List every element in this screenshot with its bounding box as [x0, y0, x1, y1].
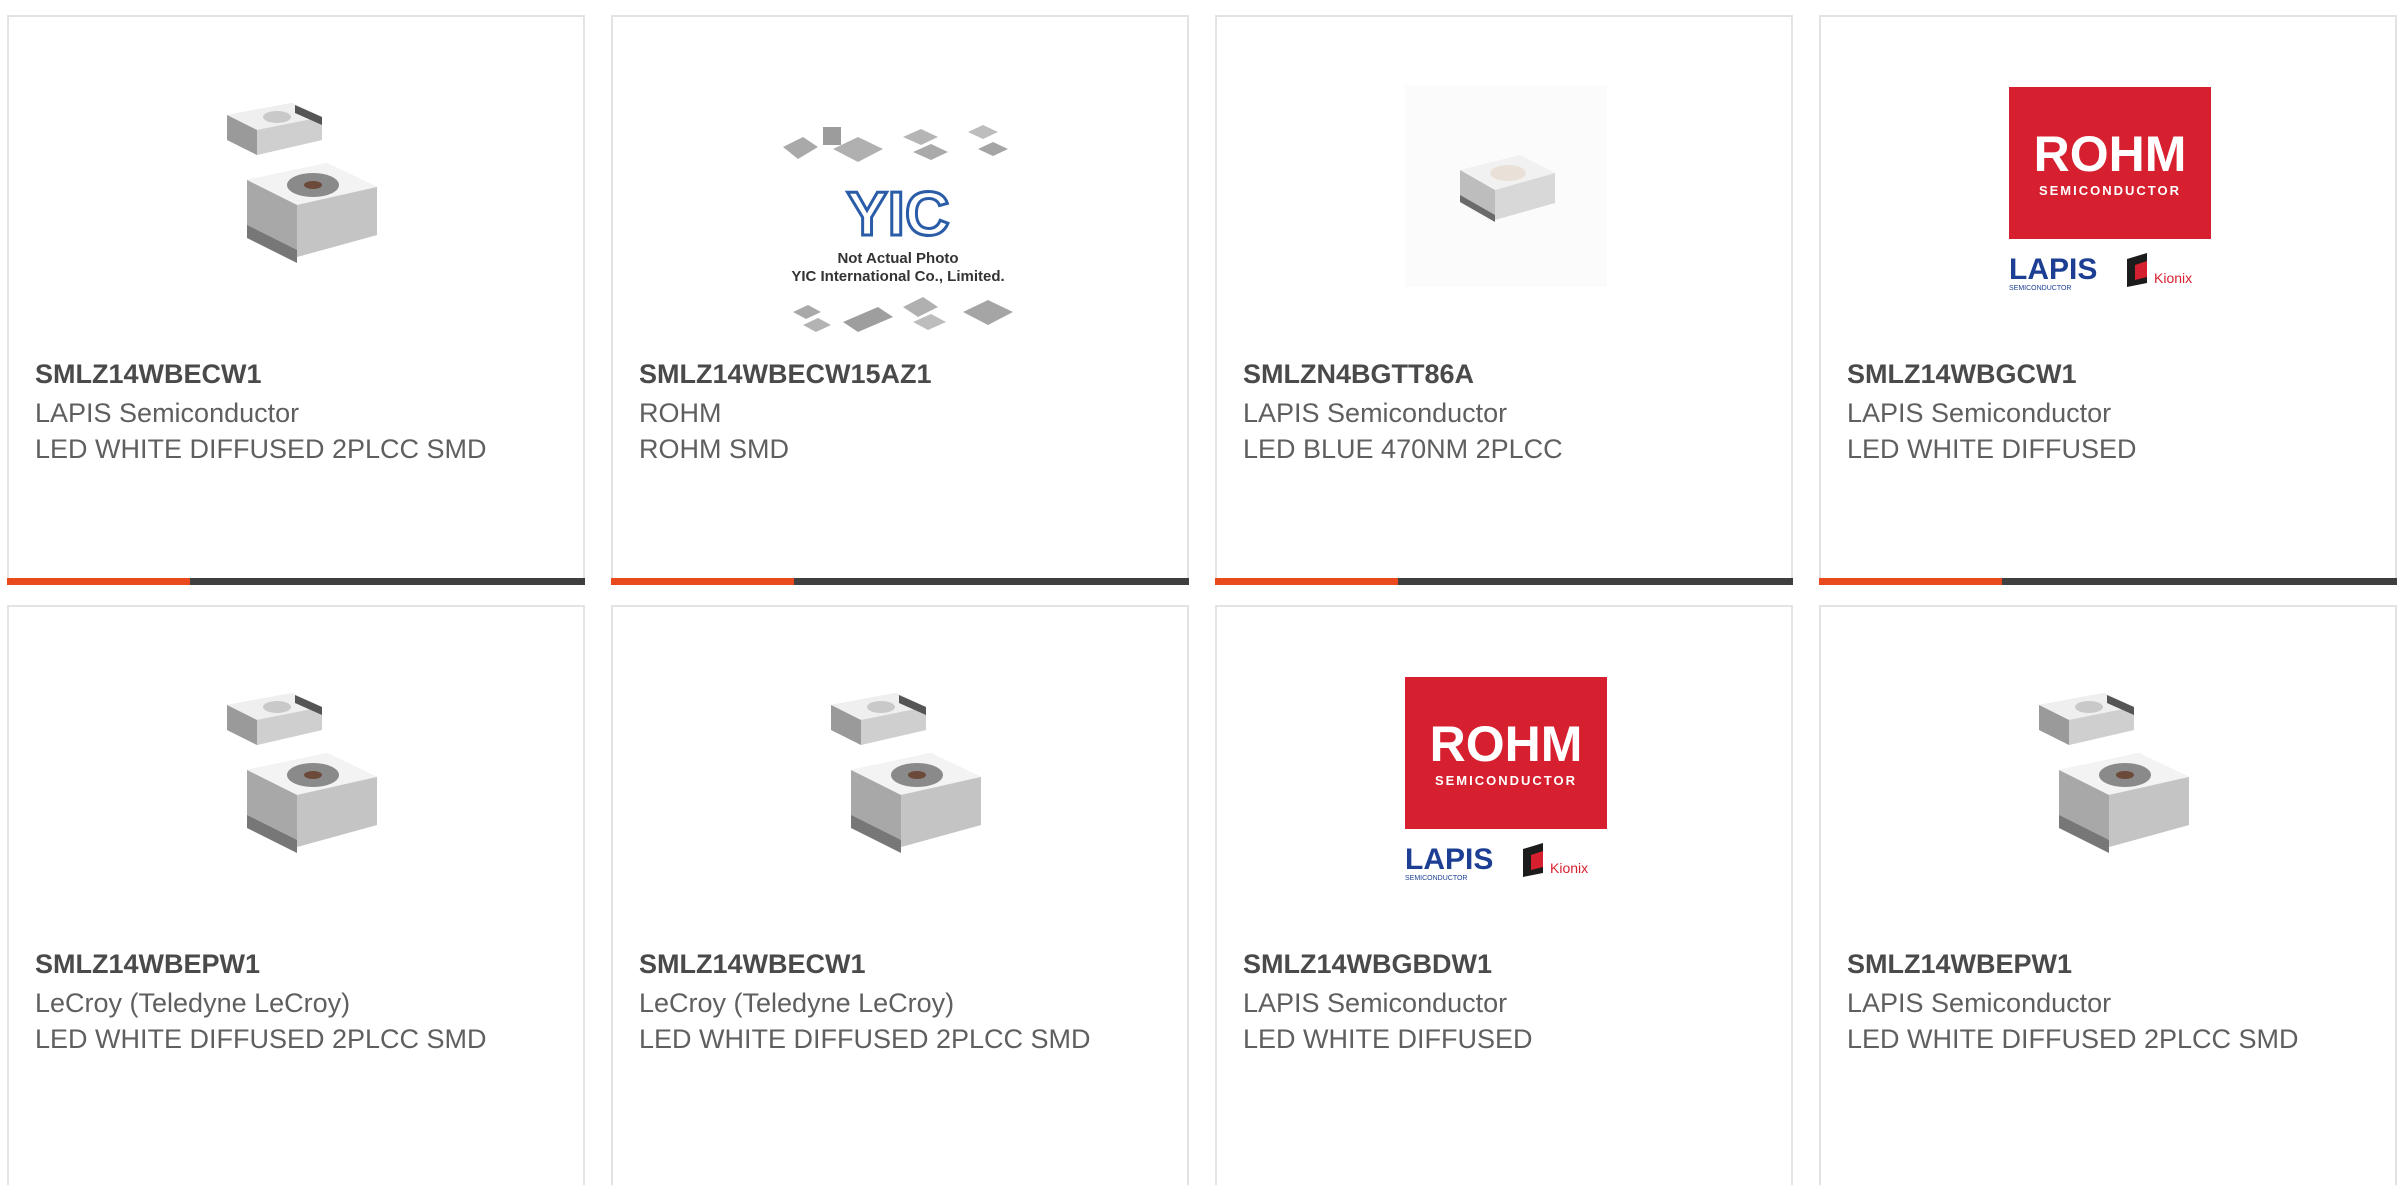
description: LED BLUE 470NM 2PLCC: [1243, 434, 1563, 464]
rohm-logo: ROHM SEMICONDUCTOR LAPIS SEMICONDUCTOR K…: [2009, 87, 2211, 307]
product-card[interactable]: SMLZ14WBEPW1 LAPIS Semiconductor LED WHI…: [1819, 605, 2397, 1185]
card-bottom-bar: [611, 578, 1189, 585]
yic-placeholder-photo: YIC Not Actual Photo YIC International C…: [763, 107, 1043, 357]
manufacturer: LeCroy (Teledyne LeCroy): [35, 988, 351, 1018]
card-accent-bar: [611, 578, 794, 585]
manufacturer: LAPIS Semiconductor: [1847, 398, 2112, 428]
led-package-photo: [197, 85, 399, 287]
led-package-photo: [2009, 675, 2211, 877]
card-accent-bar: [1215, 578, 1398, 585]
manufacturer: LeCroy (Teledyne LeCroy): [639, 988, 955, 1018]
description: LED WHITE DIFFUSED 2PLCC SMD: [639, 1024, 1091, 1054]
svg-text:YIC: YIC: [846, 180, 949, 249]
svg-text:ROHM: ROHM: [1430, 716, 1583, 772]
manufacturer: LAPIS Semiconductor: [1243, 398, 1508, 428]
product-card[interactable]: ROHM SEMICONDUCTOR LAPIS SEMICONDUCTOR K…: [1819, 15, 2397, 585]
product-card[interactable]: SMLZ14WBECW1 LAPIS Semiconductor LED WHI…: [7, 15, 585, 585]
svg-text:LAPIS: LAPIS: [1405, 843, 1493, 876]
svg-text:SEMICONDUCTOR: SEMICONDUCTOR: [2039, 183, 2181, 198]
product-card[interactable]: SMLZN4BGTT86A LAPIS Semiconductor LED BL…: [1215, 15, 1793, 585]
svg-text:SEMICONDUCTOR: SEMICONDUCTOR: [1405, 875, 1467, 882]
description: LED WHITE DIFFUSED: [1847, 434, 2137, 464]
rohm-logo: ROHM SEMICONDUCTOR LAPIS SEMICONDUCTOR K…: [1405, 677, 1607, 897]
part-number[interactable]: SMLZ14WBECW1: [639, 949, 866, 980]
description: ROHM SMD: [639, 434, 789, 464]
part-number[interactable]: SMLZ14WBGCW1: [1847, 359, 2077, 390]
svg-text:Kionix: Kionix: [2154, 270, 2192, 286]
product-card[interactable]: SMLZ14WBECW1 LeCroy (Teledyne LeCroy) LE…: [611, 605, 1189, 1185]
svg-text:Not Actual Photo: Not Actual Photo: [837, 250, 958, 267]
card-bottom-bar: [1215, 578, 1793, 585]
part-number[interactable]: SMLZ14WBEPW1: [35, 949, 260, 980]
part-number[interactable]: SMLZ14WBECW15AZ1: [639, 359, 932, 390]
product-card[interactable]: SMLZ14WBEPW1 LeCroy (Teledyne LeCroy) LE…: [7, 605, 585, 1185]
part-number[interactable]: SMLZ14WBEPW1: [1847, 949, 2072, 980]
small-led-photo: [1405, 85, 1607, 287]
description: LED WHITE DIFFUSED 2PLCC SMD: [35, 434, 487, 464]
product-card[interactable]: YIC Not Actual Photo YIC International C…: [611, 15, 1189, 585]
card-bottom-bar: [1819, 578, 2397, 585]
part-number[interactable]: SMLZ14WBGBDW1: [1243, 949, 1492, 980]
svg-text:LAPIS: LAPIS: [2009, 253, 2097, 286]
manufacturer: LAPIS Semiconductor: [1243, 988, 1508, 1018]
svg-text:ROHM: ROHM: [2034, 126, 2187, 182]
part-number[interactable]: SMLZ14WBECW1: [35, 359, 262, 390]
svg-text:SEMICONDUCTOR: SEMICONDUCTOR: [1435, 773, 1577, 788]
card-accent-bar: [7, 578, 190, 585]
description: LED WHITE DIFFUSED 2PLCC SMD: [1847, 1024, 2299, 1054]
manufacturer: ROHM: [639, 398, 722, 428]
manufacturer: LAPIS Semiconductor: [35, 398, 300, 428]
led-package-photo: [197, 675, 399, 877]
part-number[interactable]: SMLZN4BGTT86A: [1243, 359, 1474, 390]
description: LED WHITE DIFFUSED 2PLCC SMD: [35, 1024, 487, 1054]
description: LED WHITE DIFFUSED: [1243, 1024, 1533, 1054]
card-accent-bar: [1819, 578, 2002, 585]
led-package-photo: [801, 675, 1003, 877]
card-bottom-bar: [7, 578, 585, 585]
svg-text:Kionix: Kionix: [1550, 860, 1588, 876]
manufacturer: LAPIS Semiconductor: [1847, 988, 2112, 1018]
svg-text:SEMICONDUCTOR: SEMICONDUCTOR: [2009, 285, 2071, 292]
product-card[interactable]: ROHM SEMICONDUCTOR LAPIS SEMICONDUCTOR K…: [1215, 605, 1793, 1185]
svg-text:YIC International Co., Limited: YIC International Co., Limited.: [791, 268, 1004, 285]
